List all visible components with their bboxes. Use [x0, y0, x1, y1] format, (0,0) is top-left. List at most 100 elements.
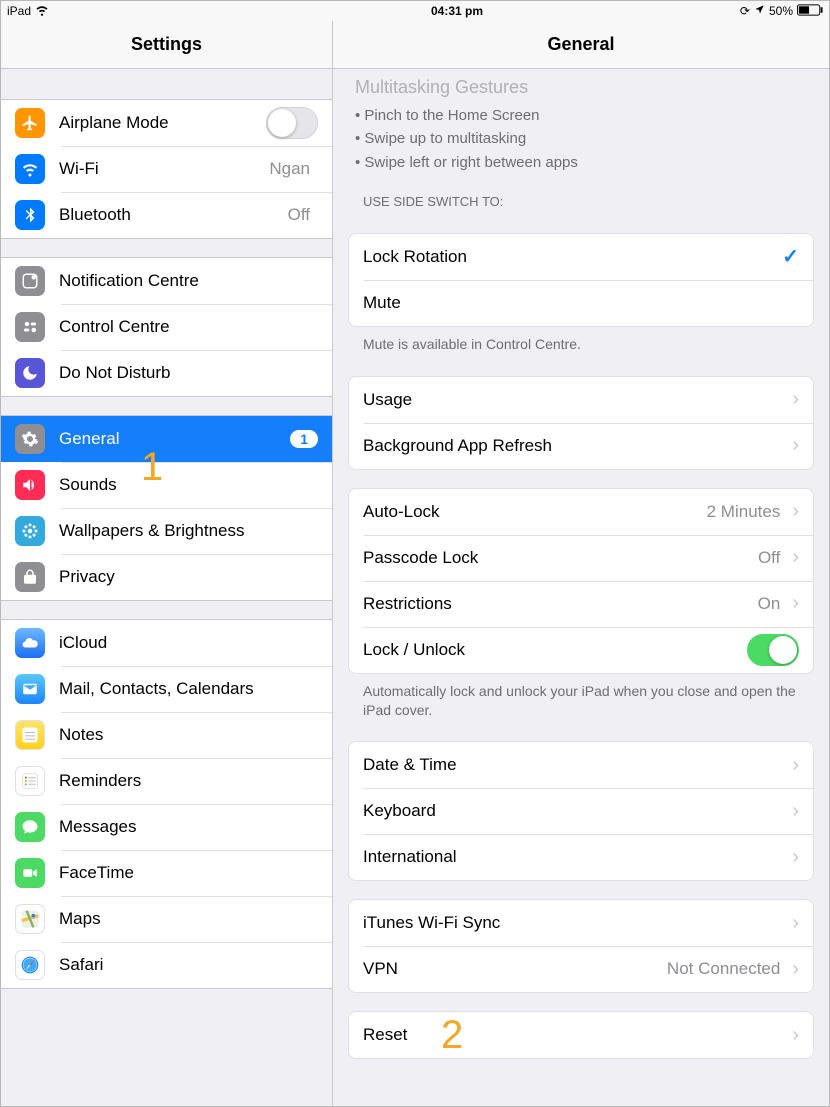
- detail-row-label: Passcode Lock: [363, 548, 758, 568]
- detail-row-restrictions[interactable]: RestrictionsOn›: [349, 581, 813, 627]
- sidebar-item-notes[interactable]: Notes: [1, 712, 332, 758]
- detail-row-label: Auto-Lock: [363, 502, 707, 522]
- sidebar-item-label: Messages: [59, 817, 318, 837]
- settings-sidebar: Settings Airplane ModeWi-FiNganBluetooth…: [1, 21, 333, 1106]
- sidebar-item-notification-centre[interactable]: Notification Centre: [1, 258, 332, 304]
- sidebar-item-icloud[interactable]: iCloud: [1, 620, 332, 666]
- sidebar-item-privacy[interactable]: Privacy: [1, 554, 332, 600]
- sidebar-item-sounds[interactable]: Sounds: [1, 462, 332, 508]
- safari-icon: [15, 950, 45, 980]
- sidebar-item-label: Do Not Disturb: [59, 363, 318, 383]
- detail-row-label: Restrictions: [363, 594, 758, 614]
- icloud-icon: [15, 628, 45, 658]
- section-footer: Automatically lock and unlock your iPad …: [333, 674, 829, 724]
- sidebar-item-label: General: [59, 429, 290, 449]
- notes-icon: [15, 720, 45, 750]
- pre-list: • Pinch to the Home Screen• Swipe up to …: [333, 98, 829, 176]
- facetime-icon: [15, 858, 45, 888]
- chevron-right-icon: ›: [792, 388, 799, 411]
- toggle[interactable]: [747, 634, 799, 666]
- sidebar-item-do-not-disturb[interactable]: Do Not Disturb: [1, 350, 332, 396]
- sidebar-item-bluetooth[interactable]: BluetoothOff: [1, 192, 332, 238]
- sidebar-title: Settings: [1, 21, 332, 69]
- sidebar-item-label: Wallpapers & Brightness: [59, 521, 318, 541]
- detail-row-label: Reset: [363, 1025, 788, 1045]
- detail-row-value: Off: [758, 548, 780, 568]
- chevron-right-icon: ›: [792, 912, 799, 935]
- checkmark-icon: ✓: [782, 244, 799, 269]
- detail-row-label: Lock / Unlock: [363, 640, 747, 660]
- clock: 04:31 pm: [431, 4, 483, 18]
- messages-icon: [15, 812, 45, 842]
- battery-icon: [797, 4, 823, 19]
- sidebar-item-wallpapers-brightness[interactable]: Wallpapers & Brightness: [1, 508, 332, 554]
- sidebar-item-airplane-mode[interactable]: Airplane Mode: [1, 100, 332, 146]
- sidebar-item-control-centre[interactable]: Control Centre: [1, 304, 332, 350]
- sidebar-item-maps[interactable]: Maps: [1, 896, 332, 942]
- detail-row-keyboard[interactable]: Keyboard›: [349, 788, 813, 834]
- row-value: Ngan: [269, 159, 310, 179]
- control-icon: [15, 312, 45, 342]
- status-bar: iPad 04:31 pm ⟳ 50%: [1, 1, 829, 21]
- pre-title: Multitasking Gestures: [333, 69, 829, 98]
- toggle[interactable]: [266, 107, 318, 139]
- detail-row-label: International: [363, 847, 788, 867]
- sidebar-item-safari[interactable]: Safari: [1, 942, 332, 988]
- sidebar-item-label: Bluetooth: [59, 205, 288, 225]
- gear-icon: [15, 424, 45, 454]
- sidebar-item-label: Notes: [59, 725, 318, 745]
- sidebar-item-label: Wi-Fi: [59, 159, 269, 179]
- detail-row-label: Mute: [363, 293, 799, 313]
- detail-row-reset[interactable]: Reset›: [349, 1012, 813, 1058]
- detail-row-label: Usage: [363, 390, 788, 410]
- airplane-icon: [15, 108, 45, 138]
- detail-row-mute[interactable]: Mute: [349, 280, 813, 326]
- detail-row-usage[interactable]: Usage›: [349, 377, 813, 423]
- sidebar-item-wi-fi[interactable]: Wi-FiNgan: [1, 146, 332, 192]
- battery-pct: 50%: [769, 4, 793, 18]
- dnd-icon: [15, 358, 45, 388]
- sidebar-item-reminders[interactable]: Reminders: [1, 758, 332, 804]
- chevron-right-icon: ›: [792, 846, 799, 869]
- detail-row-label: Background App Refresh: [363, 436, 788, 456]
- detail-row-international[interactable]: International›: [349, 834, 813, 880]
- chevron-right-icon: ›: [792, 1024, 799, 1047]
- notif-icon: [15, 266, 45, 296]
- detail-row-label: Lock Rotation: [363, 247, 782, 267]
- chevron-right-icon: ›: [792, 500, 799, 523]
- detail-row-label: VPN: [363, 959, 667, 979]
- detail-row-value: Not Connected: [667, 959, 780, 979]
- detail-row-lock-unlock[interactable]: Lock / Unlock: [349, 627, 813, 673]
- detail-row-vpn[interactable]: VPNNot Connected›: [349, 946, 813, 992]
- sidebar-item-general[interactable]: General1: [1, 416, 332, 462]
- detail-row-value: On: [758, 594, 781, 614]
- chevron-right-icon: ›: [792, 800, 799, 823]
- sidebar-item-label: Sounds: [59, 475, 318, 495]
- detail-row-background-app-refresh[interactable]: Background App Refresh›: [349, 423, 813, 469]
- bluetooth-icon: [15, 200, 45, 230]
- sidebar-item-mail-contacts-calendars[interactable]: Mail, Contacts, Calendars: [1, 666, 332, 712]
- detail-row-passcode-lock[interactable]: Passcode LockOff ›: [349, 535, 813, 581]
- detail-row-date-time[interactable]: Date & Time›: [349, 742, 813, 788]
- detail-row-lock-rotation[interactable]: Lock Rotation✓: [349, 234, 813, 280]
- section-footer: Mute is available in Control Centre.: [333, 327, 829, 358]
- privacy-icon: [15, 562, 45, 592]
- sidebar-item-label: FaceTime: [59, 863, 318, 883]
- badge: 1: [290, 430, 318, 448]
- detail-row-label: Date & Time: [363, 755, 788, 775]
- sidebar-item-messages[interactable]: Messages: [1, 804, 332, 850]
- detail-title: General: [333, 21, 829, 69]
- sidebar-item-label: Mail, Contacts, Calendars: [59, 679, 318, 699]
- location-icon: [754, 4, 765, 18]
- detail-pane: General Multitasking Gestures• Pinch to …: [333, 21, 829, 1106]
- orientation-lock-icon: ⟳: [740, 4, 750, 18]
- detail-row-itunes-wi-fi-sync[interactable]: iTunes Wi-Fi Sync›: [349, 900, 813, 946]
- sidebar-item-label: Reminders: [59, 771, 318, 791]
- sidebar-item-label: Airplane Mode: [59, 113, 266, 133]
- detail-row-auto-lock[interactable]: Auto-Lock2 Minutes ›: [349, 489, 813, 535]
- sidebar-item-facetime[interactable]: FaceTime: [1, 850, 332, 896]
- device-label: iPad: [7, 4, 31, 18]
- detail-row-value: 2 Minutes: [707, 502, 781, 522]
- detail-row-label: Keyboard: [363, 801, 788, 821]
- chevron-right-icon: ›: [792, 546, 799, 569]
